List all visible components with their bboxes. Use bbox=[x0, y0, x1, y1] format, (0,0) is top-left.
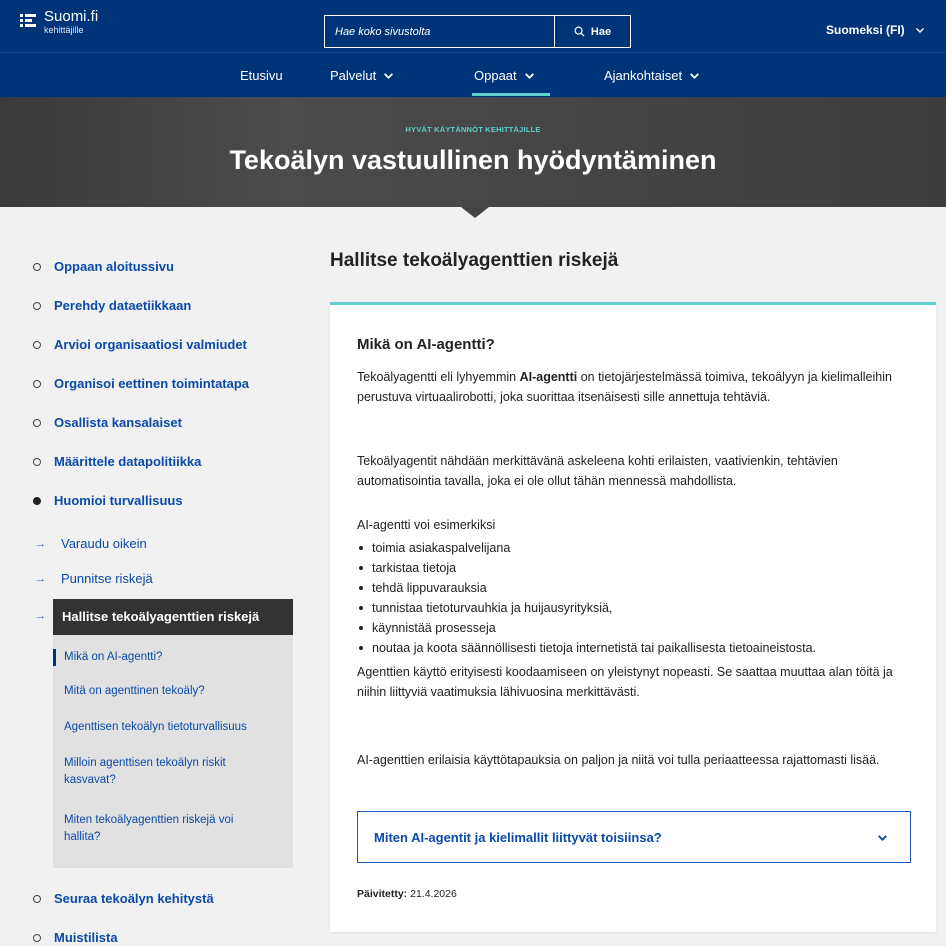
sidebar-item-oppaan-aloitussivu[interactable]: Oppaan aloitussivu bbox=[33, 259, 174, 274]
search-form: Hae bbox=[324, 15, 631, 48]
content-card: Mikä on AI-agentti? Tekoälyagentti eli l… bbox=[330, 302, 936, 932]
sidebar-item-datapolitiikka[interactable]: Määrittele datapolitiikka bbox=[33, 454, 201, 469]
main-navigation: Etusivu Palvelut Oppaat Ajankohtaiset bbox=[0, 52, 946, 97]
chevron-down-icon bbox=[877, 834, 888, 841]
logo-title: Suomi.fi bbox=[44, 8, 99, 25]
bullet-icon bbox=[33, 894, 41, 903]
sidebar-item-label: Osallista kansalaiset bbox=[54, 415, 182, 430]
subsection-nav: Mikä on AI-agentti? Mitä on agenttinen t… bbox=[53, 635, 293, 868]
logo-subtitle: kehittäjille bbox=[44, 25, 84, 35]
accordion-ai-agentit-kielimallit[interactable]: Miten AI-agentit ja kielimallit liittyvä… bbox=[357, 811, 911, 863]
sidebar-item-seuraa[interactable]: Seuraa tekoälyn kehitystä bbox=[33, 891, 214, 906]
list-item: toimia asiakaspalvelijana bbox=[357, 538, 816, 558]
page-title: Tekoälyn vastuullinen hyödyntäminen bbox=[229, 145, 717, 175]
sidebar-item-dataetiikka[interactable]: Perehdy dataetiikkaan bbox=[33, 298, 191, 313]
arrow-right-icon: → bbox=[35, 572, 46, 585]
search-button-label: Hae bbox=[590, 25, 612, 38]
hero-banner: HYVÄT KÄYTÄNNÖT KEHITTÄJILLE Tekoälyn va… bbox=[0, 97, 946, 207]
bullet-icon bbox=[33, 379, 41, 388]
subnav-item-riskit-kasvavat[interactable]: Milloin agenttisen tekoälyn riskit kasva… bbox=[53, 755, 263, 789]
sidebar-subitem-label: Varaudu oikein bbox=[61, 536, 147, 551]
chevron-down-icon bbox=[524, 73, 534, 79]
site-logo[interactable]: Suomi.fi kehittäjille bbox=[20, 9, 98, 36]
bullet-filled-icon bbox=[33, 496, 41, 505]
hero-pointer bbox=[461, 207, 489, 218]
updated-date: Päivitetty: 21.4.2026 bbox=[357, 888, 457, 900]
sidebar-item-valmiudet[interactable]: Arvioi organisaatiosi valmiudet bbox=[33, 337, 247, 352]
sidebar-item-label: Arvioi organisaatiosi valmiudet bbox=[54, 337, 247, 352]
list-intro: AI-agentti voi esimerkiksi bbox=[357, 518, 496, 532]
chevron-down-icon bbox=[690, 73, 700, 79]
sidebar-subitem-riskeja[interactable]: → Punnitse riskejä bbox=[35, 571, 153, 586]
section-page-title: Hallitse tekoälyagenttien riskejä bbox=[330, 250, 619, 271]
sidebar-item-muistilista[interactable]: Muistilista bbox=[33, 930, 118, 945]
sidebar-subitem-label: Punnitse riskejä bbox=[61, 571, 153, 586]
bullet-icon bbox=[33, 418, 41, 427]
paragraph-use-cases: AI-agenttien erilaisia käyttötapauksia o… bbox=[357, 753, 880, 767]
chevron-down-icon bbox=[384, 73, 394, 79]
language-selector[interactable]: Suomeksi (FI) bbox=[826, 23, 925, 37]
list-item: tarkistaa tietoja bbox=[357, 558, 816, 578]
nav-item-ajankohtaiset[interactable]: Ajankohtaiset bbox=[604, 68, 700, 83]
search-icon bbox=[574, 26, 585, 37]
search-button[interactable]: Hae bbox=[555, 15, 631, 48]
list-item: käynnistää prosesseja bbox=[357, 618, 816, 638]
suomi-fi-logo-icon bbox=[20, 14, 36, 30]
sidebar-item-turvallisuus[interactable]: Huomioi turvallisuus bbox=[33, 493, 183, 508]
nav-item-oppaat[interactable]: Oppaat bbox=[474, 68, 535, 83]
sidebar-item-label: Muistilista bbox=[54, 930, 118, 945]
nav-label: Oppaat bbox=[474, 68, 517, 83]
sidebar-item-kansalaiset[interactable]: Osallista kansalaiset bbox=[33, 415, 182, 430]
list-item: tunnistaa tietoturvauhkia ja huijausyrit… bbox=[357, 598, 816, 618]
subnav-item-agenttinen-tekoaly[interactable]: Mitä on agenttinen tekoäly? bbox=[53, 683, 293, 700]
sidebar-item-label: Huomioi turvallisuus bbox=[54, 493, 183, 508]
bullet-icon bbox=[33, 457, 41, 466]
nav-label: Etusivu bbox=[240, 68, 283, 83]
chevron-down-icon bbox=[915, 27, 924, 34]
subnav-item-ai-agentti[interactable]: Mikä on AI-agentti? bbox=[53, 649, 293, 666]
subnav-item-riskien-hallinta[interactable]: Miten tekoälyagenttien riskejä voi halli… bbox=[53, 812, 263, 846]
list-item: tehdä lippuvarauksia bbox=[357, 578, 816, 598]
bullet-icon bbox=[33, 340, 41, 349]
paragraph-significance: Tekoälyagentit nähdään merkittävänä aske… bbox=[357, 454, 838, 488]
sidebar-subitem-varaudu[interactable]: → Varaudu oikein bbox=[35, 536, 147, 551]
nav-item-palvelut[interactable]: Palvelut bbox=[330, 68, 394, 83]
paragraph-coding: Agenttien käyttö erityisesti koodaamisee… bbox=[357, 665, 893, 699]
sidebar-item-label: Perehdy dataetiikkaan bbox=[54, 298, 192, 313]
paragraph-definition: Tekoälyagentti eli lyhyemmin AI-agentti … bbox=[357, 370, 892, 404]
sidebar-item-label: Organisoi eettinen toimintatapa bbox=[54, 376, 250, 391]
bullet-icon bbox=[33, 301, 41, 310]
accordion-label: Miten AI-agentit ja kielimallit liittyvä… bbox=[374, 829, 662, 845]
sidebar-item-label: Seuraa tekoälyn kehitystä bbox=[54, 891, 214, 906]
sidebar-current-page[interactable]: Hallitse tekoälyagenttien riskejä bbox=[53, 599, 293, 635]
hero-kicker: HYVÄT KÄYTÄNNÖT KEHITTÄJILLE bbox=[405, 125, 541, 134]
sidebar-item-toimintatapa[interactable]: Organisoi eettinen toimintatapa bbox=[33, 376, 249, 391]
nav-active-indicator bbox=[472, 93, 550, 96]
nav-item-etusivu[interactable]: Etusivu bbox=[240, 68, 283, 83]
example-list: toimia asiakaspalvelijana tarkistaa tiet… bbox=[357, 538, 816, 658]
nav-label: Palvelut bbox=[330, 68, 377, 83]
bullet-icon bbox=[33, 933, 41, 942]
search-input[interactable] bbox=[324, 15, 555, 48]
sidebar-item-label: Määrittele datapolitiikka bbox=[54, 454, 202, 469]
list-item: noutaa ja koota säännöllisesti tietoja i… bbox=[357, 638, 816, 658]
language-label: Suomeksi (FI) bbox=[826, 23, 905, 37]
subnav-item-tietoturvallisuus[interactable]: Agenttisen tekoälyn tietoturvallisuus bbox=[53, 719, 293, 736]
top-bar: Suomi.fi kehittäjille Hae Suomeksi (FI) bbox=[0, 0, 946, 52]
arrow-right-icon: → bbox=[35, 610, 46, 622]
section-heading: Mikä on AI-agentti? bbox=[357, 336, 495, 353]
sidebar-item-label: Oppaan aloitussivu bbox=[54, 259, 174, 274]
arrow-right-icon: → bbox=[35, 537, 46, 550]
nav-label: Ajankohtaiset bbox=[604, 68, 683, 83]
bullet-icon bbox=[33, 262, 41, 271]
